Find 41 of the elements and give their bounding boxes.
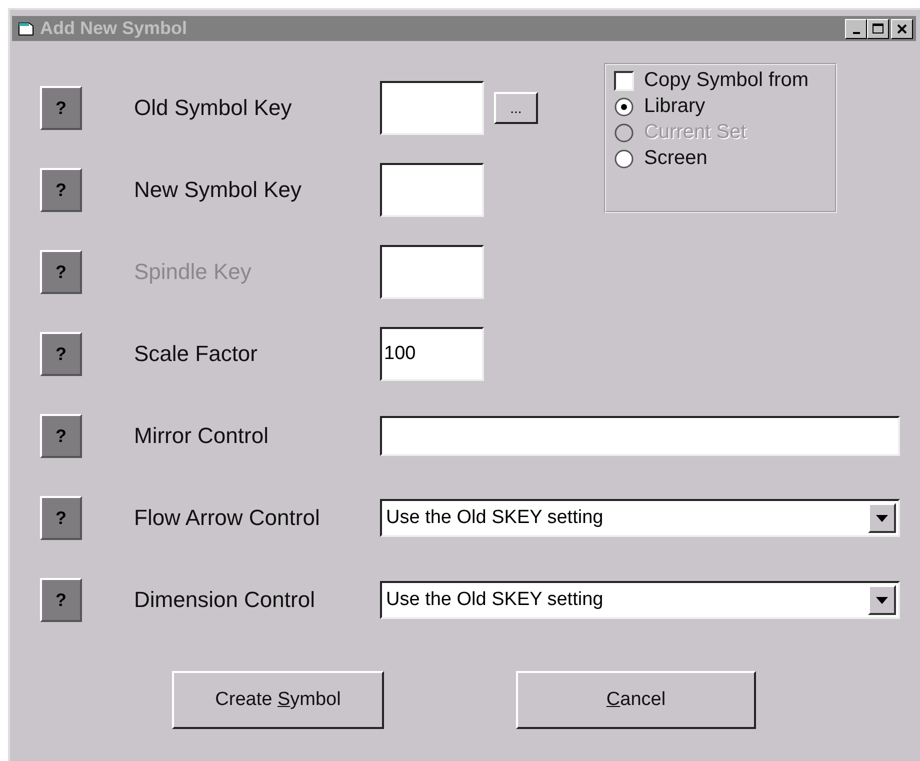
caret-icon [876,596,888,604]
dropdown[interactable]: Use the Old SKEY setting [380,499,900,537]
field-label: Mirror Control [134,423,270,449]
window-icon [18,22,34,36]
radio-button[interactable] [614,148,634,168]
field-label: New Symbol Key [134,177,303,203]
caret-icon [876,514,888,522]
radio-label: Library [644,95,706,118]
field-label: Spindle Key [134,259,252,285]
radio-label: Current Set [644,121,746,144]
checkbox-label: Copy Symbol from [644,69,808,92]
dialog-button[interactable]: Cancel [516,671,756,729]
help-button[interactable]: ? [40,86,82,130]
help-button[interactable]: ? [40,332,82,376]
help-button[interactable]: ? [40,414,82,458]
dropdown-button[interactable] [868,503,896,533]
field-label: Old Symbol Key [134,95,293,121]
dialog-button[interactable]: Create Symbol [172,671,384,729]
browse-button[interactable]: ... [494,92,538,124]
field-label: Flow Arrow Control [134,505,321,531]
radio-button[interactable] [614,96,634,116]
text-field[interactable] [380,416,900,456]
help-button[interactable]: ? [40,578,82,622]
help-button[interactable]: ? [40,168,82,212]
dropdown[interactable]: Use the Old SKEY setting [380,581,900,619]
maximize-icon [872,23,884,34]
minimize-button[interactable] [845,18,867,38]
help-button[interactable]: ? [40,496,82,540]
radio-label: Screen [644,147,708,170]
text-field[interactable] [380,163,484,217]
checkbox[interactable] [614,70,634,90]
minimize-icon [852,32,860,34]
window-title: Add New Symbol [40,18,188,39]
field-label: Dimension Control [134,587,316,613]
field-label: Scale Factor [134,341,258,367]
text-field[interactable] [380,81,484,135]
close-button[interactable] [891,18,913,38]
dropdown-button[interactable] [868,585,896,615]
close-icon [897,24,907,34]
text-field[interactable]: 100 [380,327,484,381]
maximize-button[interactable] [867,18,889,38]
